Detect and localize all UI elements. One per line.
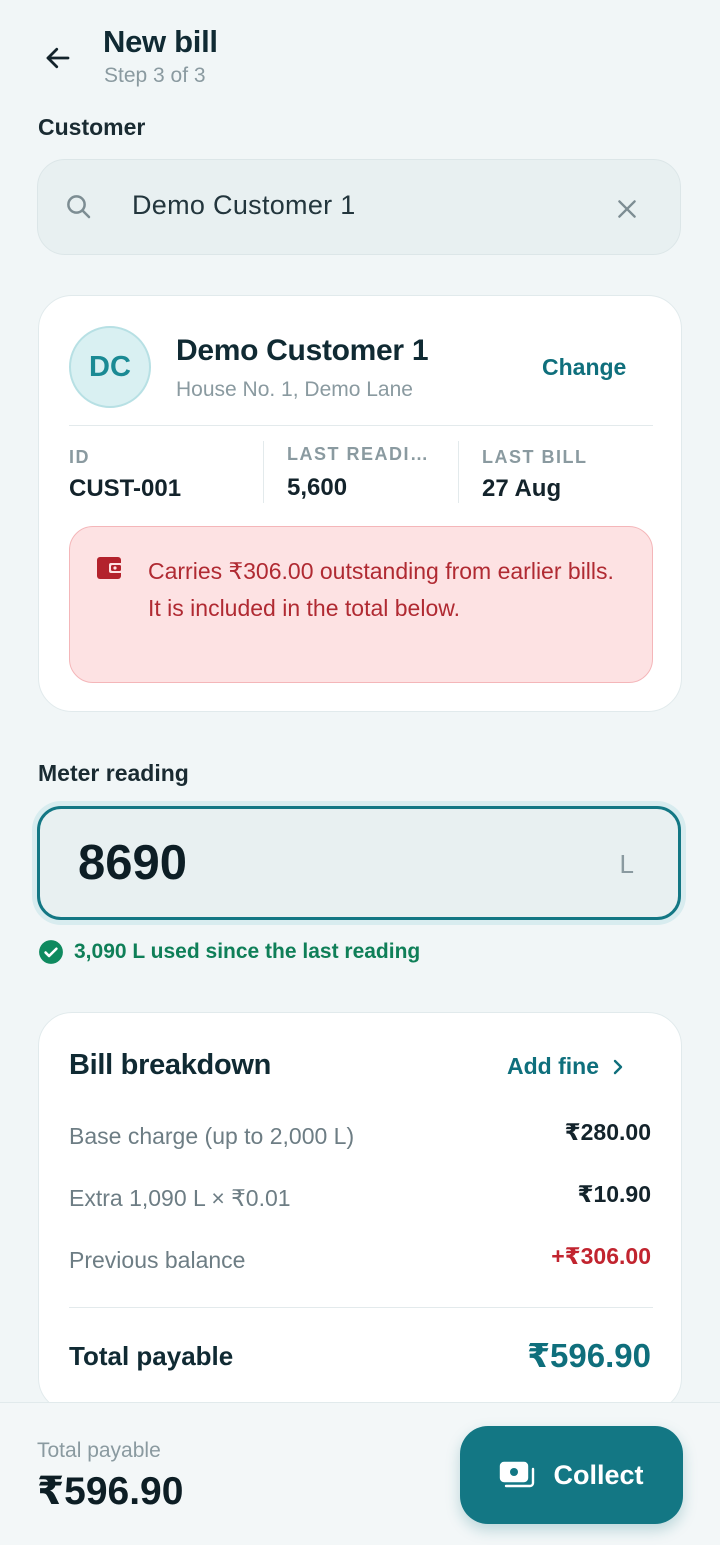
usage-message: 3,090 L used since the last reading: [38, 939, 420, 965]
meter-unit: L: [619, 849, 634, 879]
divider: [69, 1307, 653, 1308]
divider: [69, 425, 653, 426]
extra-charge-value: ₹10.90: [577, 1181, 651, 1207]
wallet-icon: [96, 555, 124, 586]
stat-separator: [263, 441, 264, 503]
stat-last-bill-value: 27 Aug: [482, 475, 562, 502]
usage-text: 3,090 L used since the last reading: [74, 940, 421, 963]
footer-total-label: Total payable: [37, 1439, 161, 1462]
customer-address: House No. 1, Demo Lane: [176, 378, 413, 401]
extra-charge-label: Extra 1,090 L × ₹0.01: [69, 1185, 291, 1211]
back-button[interactable]: [30, 34, 86, 82]
customer-name: Demo Customer 1: [176, 334, 429, 367]
previous-balance-label: Previous balance: [69, 1247, 246, 1273]
add-fine-button[interactable]: Add fine: [507, 1053, 625, 1080]
meter-reading-input[interactable]: [78, 835, 498, 891]
footer-total-value: ₹596.90: [37, 1470, 184, 1513]
meter-section-label: Meter reading: [38, 760, 189, 786]
change-customer-button[interactable]: Change: [542, 354, 626, 381]
check-circle-icon: [39, 940, 63, 964]
collect-button[interactable]: Collect: [460, 1426, 683, 1524]
chevron-right-icon: [613, 1059, 623, 1074]
footer-bar: Total payable ₹596.90 Collect: [0, 1402, 720, 1545]
stat-last-reading-value: 5,600: [287, 474, 348, 501]
outstanding-alert-text: Carries ₹306.00 outstanding from earlier…: [148, 558, 614, 621]
close-icon: [618, 200, 636, 218]
meter-reading-field: L: [37, 806, 681, 920]
stat-last-reading-label: LAST READI…: [287, 444, 430, 464]
stat-id-value: CUST-001: [69, 475, 182, 502]
avatar: DC: [69, 326, 151, 408]
bill-breakdown-title: Bill breakdown: [69, 1049, 272, 1081]
stat-id-label: ID: [69, 447, 90, 467]
collect-label: Collect: [553, 1459, 644, 1490]
stat-last-bill-label: LAST BILL: [482, 447, 588, 467]
outstanding-alert: Carries ₹306.00 outstanding from earlier…: [69, 526, 653, 683]
total-payable-value: ₹596.90: [527, 1337, 651, 1374]
arrow-left-icon: [46, 47, 70, 69]
base-charge-value: ₹280.00: [564, 1119, 651, 1145]
clear-search-button[interactable]: [610, 192, 644, 226]
cash-icon: [500, 1461, 535, 1488]
add-fine-label: Add fine: [507, 1053, 599, 1079]
customer-card: DC Demo Customer 1 House No. 1, Demo Lan…: [38, 295, 682, 712]
bill-breakdown-card: Bill breakdown Add fine Base charge (up …: [38, 1012, 682, 1412]
customer-search-box: [37, 159, 681, 255]
step-indicator: Step 3 of 3: [104, 64, 206, 87]
customer-search-input[interactable]: [132, 190, 592, 221]
base-charge-label: Base charge (up to 2,000 L): [69, 1123, 355, 1149]
total-payable-label: Total payable: [69, 1341, 234, 1371]
previous-balance-value: +₹306.00: [551, 1243, 651, 1269]
customer-section-label: Customer: [38, 114, 146, 140]
search-icon: [64, 192, 94, 227]
stat-separator: [458, 441, 459, 503]
page-title: New bill: [103, 24, 218, 59]
